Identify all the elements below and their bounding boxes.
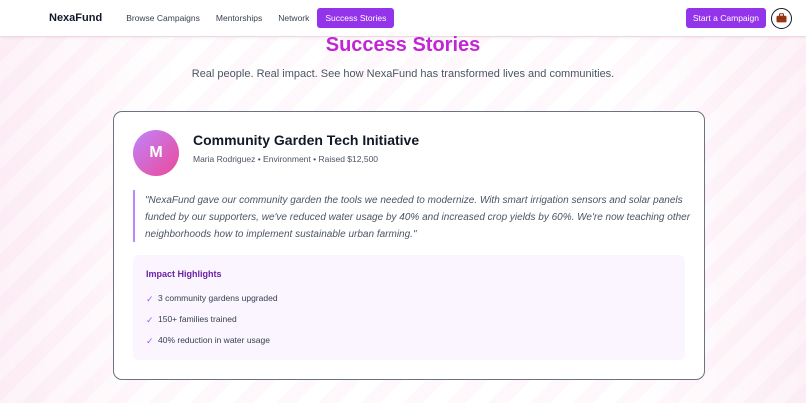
account-button[interactable] xyxy=(771,7,792,29)
start-campaign-button[interactable]: Start a Campaign xyxy=(685,8,766,28)
story-meta: Maria Rodriguez • Environment • Raised $… xyxy=(193,154,379,164)
nav-success-stories[interactable]: Success Stories xyxy=(317,8,395,28)
briefcase-icon xyxy=(776,13,787,23)
impact-highlights: Impact Highlights ✓ 3 community gardens … xyxy=(133,255,685,360)
nav-mentorships[interactable]: Mentorships xyxy=(208,8,270,28)
nav-browse-campaigns[interactable]: Browse Campaigns xyxy=(118,8,208,28)
impact-item: ✓ 40% reduction in water usage xyxy=(146,329,672,350)
check-icon: ✓ xyxy=(146,314,154,325)
impact-item: ✓ 3 community gardens upgraded xyxy=(146,287,672,308)
success-story-card: M Community Garden Tech Initiative Maria… xyxy=(113,111,705,380)
page-title: Success Stories xyxy=(325,34,481,56)
brand-logo[interactable]: NexaFund xyxy=(49,12,102,24)
main-nav: Browse Campaigns Mentorships Network Suc… xyxy=(118,8,395,28)
impact-item-text: 150+ families trained xyxy=(158,313,237,324)
page-subtitle: Real people. Real impact. See how NexaFu… xyxy=(191,68,615,80)
top-navigation-bar: NexaFund Browse Campaigns Mentorships Ne… xyxy=(0,0,806,37)
story-title: Community Garden Tech Initiative xyxy=(193,132,420,148)
story-quote: "NexaFund gave our community garden the … xyxy=(133,190,693,242)
impact-item: ✓ 150+ families trained xyxy=(146,308,672,329)
impact-highlights-title: Impact Highlights xyxy=(146,269,222,279)
story-avatar: M xyxy=(133,130,179,176)
impact-item-text: 3 community gardens upgraded xyxy=(158,292,278,303)
impact-item-text: 40% reduction in water usage xyxy=(158,334,270,345)
check-icon: ✓ xyxy=(146,293,154,304)
check-icon: ✓ xyxy=(146,335,154,346)
nav-network[interactable]: Network xyxy=(270,8,317,28)
